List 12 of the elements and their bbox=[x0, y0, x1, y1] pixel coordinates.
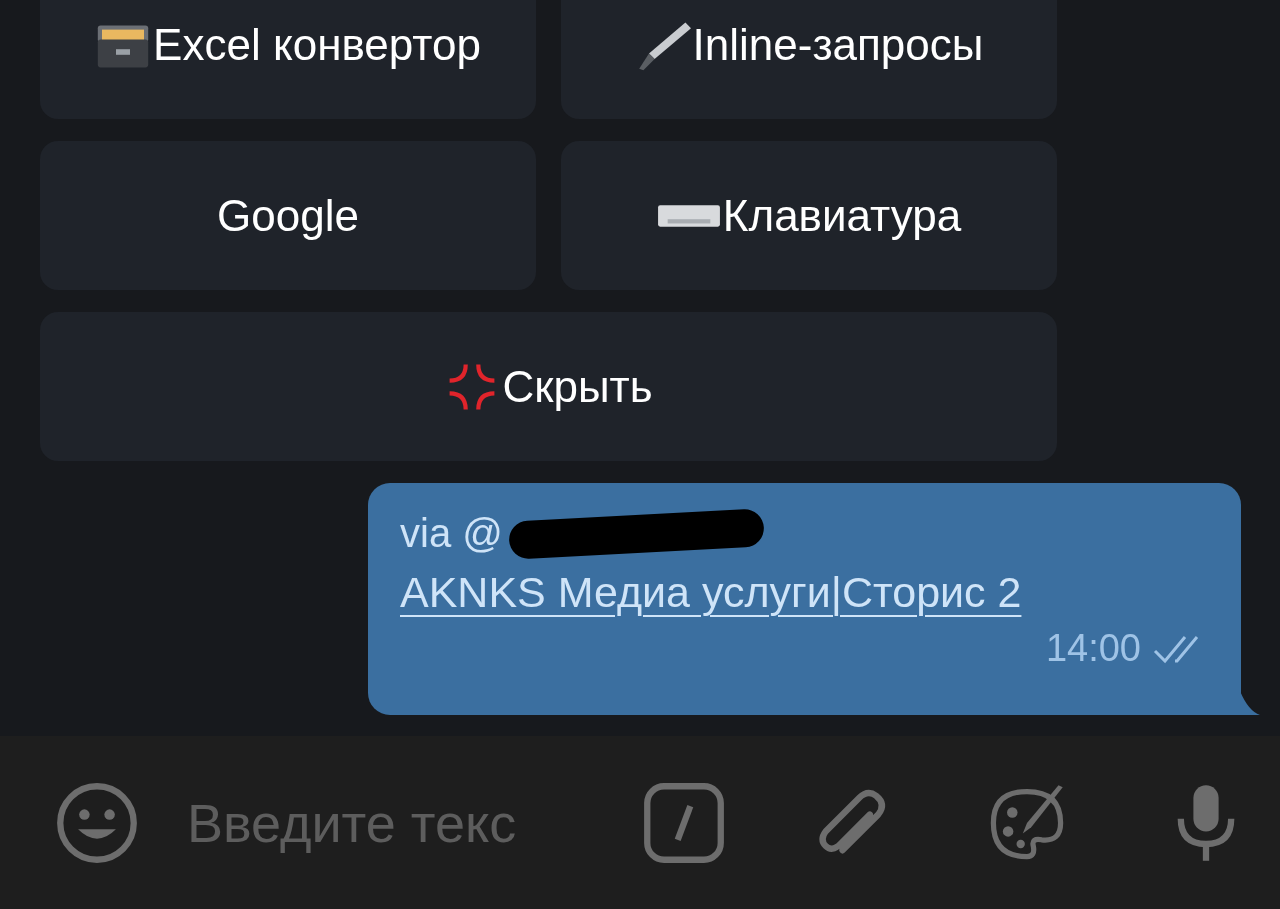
keyboard-button[interactable]: Google bbox=[40, 141, 536, 290]
keyboard-icon bbox=[656, 202, 721, 229]
command-icon[interactable] bbox=[642, 780, 726, 865]
message-time: 14:00 bbox=[1045, 627, 1141, 670]
keyboard-button[interactable]: Скрыть bbox=[40, 312, 1057, 461]
keyboard-button[interactable]: Клавиатура bbox=[561, 141, 1057, 290]
via-label: via @ bbox=[400, 511, 503, 556]
message-input[interactable]: Введите текс bbox=[187, 791, 587, 854]
emoji-icon[interactable] bbox=[55, 780, 139, 865]
message-link[interactable]: AKNKS Медиа услуги|Сторис 2 bbox=[400, 568, 1022, 617]
keyboard-button[interactable]: Excel конвертор bbox=[40, 0, 536, 119]
keyboard-button[interactable]: Inline-запросы bbox=[561, 0, 1057, 119]
